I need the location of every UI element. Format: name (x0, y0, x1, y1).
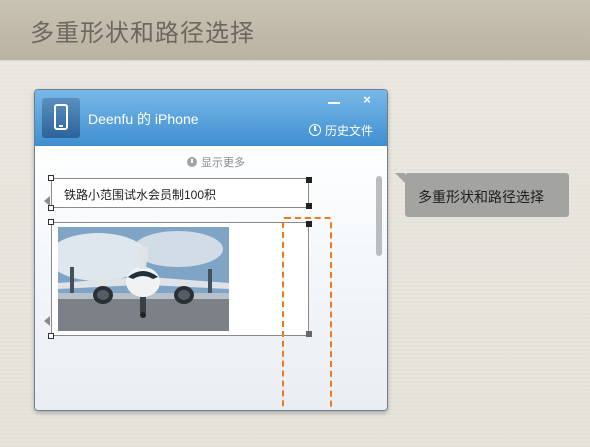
message-text: 铁路小范围试水会员制100积 (64, 188, 217, 202)
show-more-label: 显示更多 (201, 157, 245, 169)
resize-handle[interactable] (306, 203, 312, 209)
minimize-button[interactable] (318, 90, 350, 110)
resize-handle[interactable] (48, 205, 54, 211)
contact-name: Deenfu 的 iPhone (88, 111, 199, 127)
text-message-bubble[interactable]: 铁路小范围试水会员制100积 (51, 178, 309, 208)
history-files-button[interactable]: 历史文件 (309, 122, 373, 139)
resize-handle[interactable] (306, 177, 312, 183)
page-title: 多重形状和路径选择 (30, 20, 255, 47)
airplane-illustration (58, 227, 229, 331)
chat-area[interactable]: 显示更多 铁路小范围试水会员制100积 (35, 146, 387, 410)
airplane-photo[interactable] (58, 227, 229, 331)
show-more-link[interactable]: 显示更多 (187, 154, 245, 170)
contact-avatar[interactable] (42, 98, 80, 138)
multi-shape-selection-box[interactable] (282, 217, 332, 410)
phone-icon (54, 104, 68, 130)
chat-window: Deenfu 的 iPhone × 历史文件 显示更多 铁路小范围试水会员制10… (34, 89, 388, 411)
page-header: 多重形状和路径选择 (0, 0, 590, 60)
window-titlebar[interactable]: Deenfu 的 iPhone × 历史文件 (35, 90, 387, 146)
resize-handle[interactable] (48, 219, 54, 225)
clock-icon (309, 124, 321, 136)
image-message-bubble[interactable] (51, 222, 309, 336)
callout-text: 多重形状和路径选择 (418, 189, 544, 205)
history-files-label: 历史文件 (325, 124, 374, 138)
bubble-tail (44, 316, 50, 326)
vertical-scrollbar[interactable] (376, 176, 382, 256)
callout-label: 多重形状和路径选择 (395, 173, 569, 217)
resize-handle[interactable] (48, 333, 54, 339)
clock-icon (187, 157, 197, 167)
close-button[interactable]: × (351, 90, 383, 110)
resize-handle[interactable] (48, 175, 54, 181)
